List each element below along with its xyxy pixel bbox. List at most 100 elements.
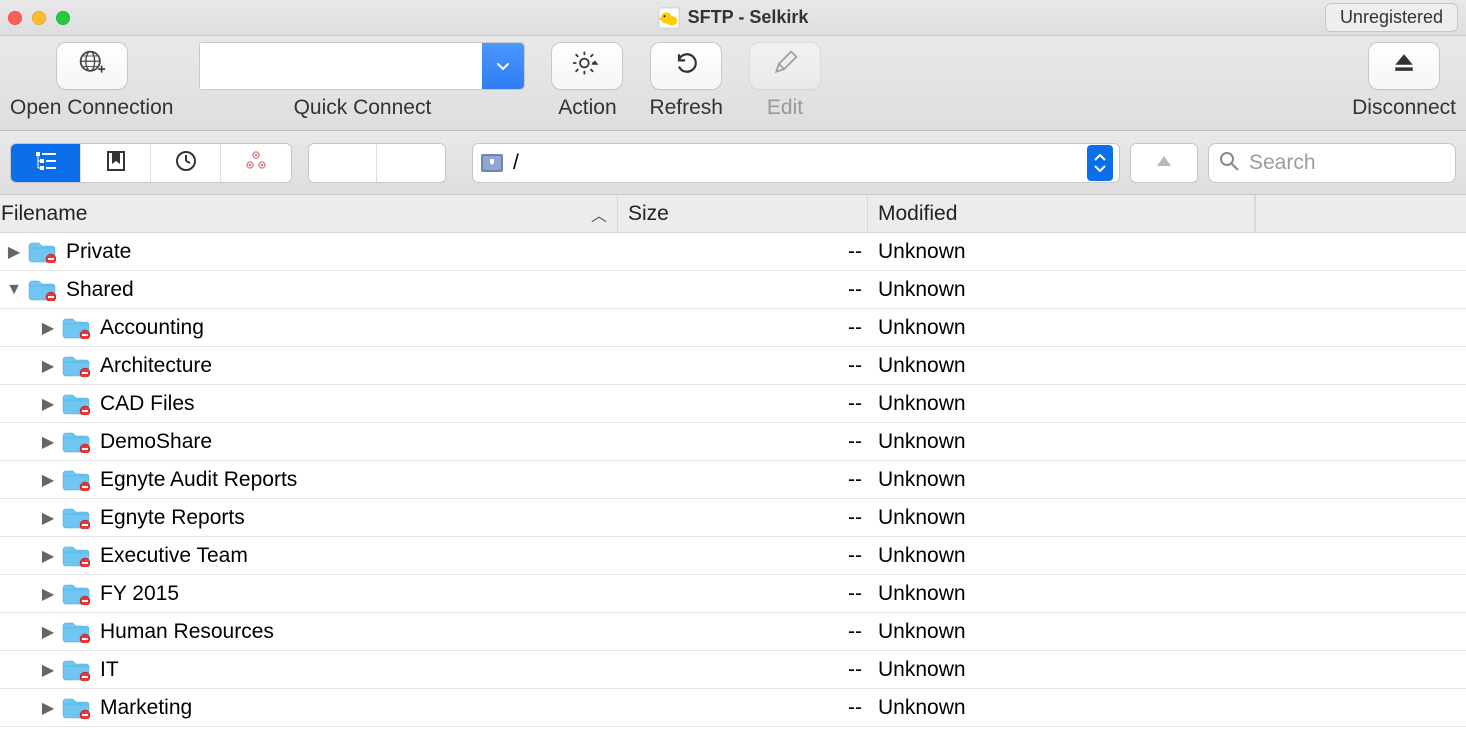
close-window-button[interactable] (8, 11, 22, 25)
view-outline-button[interactable] (11, 144, 81, 182)
file-name: Human Resources (100, 620, 274, 644)
file-size: -- (618, 468, 868, 492)
file-modified: Unknown (868, 240, 1255, 264)
table-row[interactable]: ▶Private--Unknown (0, 233, 1466, 271)
action-label: Action (558, 96, 616, 120)
disclosure-triangle[interactable]: ▶ (38, 622, 58, 642)
bookmarks-view-button[interactable] (81, 144, 151, 182)
disclosure-triangle[interactable]: ▼ (4, 281, 24, 299)
history-view-button[interactable] (151, 144, 221, 182)
column-header-size[interactable]: Size (618, 195, 868, 232)
disclosure-triangle[interactable]: ▶ (38, 394, 58, 414)
main-toolbar: Open Connection Quick Connect Action (0, 36, 1466, 131)
file-modified: Unknown (868, 430, 1255, 454)
path-combo[interactable]: / (472, 143, 1120, 183)
search-icon (1219, 151, 1239, 175)
search-input[interactable] (1247, 150, 1445, 176)
search-box[interactable] (1208, 143, 1456, 183)
file-name: Egnyte Audit Reports (100, 468, 297, 492)
table-row[interactable]: ▶ Executive Team --Unknown (0, 537, 1466, 575)
table-row[interactable]: ▶Egnyte Reports--Unknown (0, 499, 1466, 537)
window-controls (8, 11, 70, 25)
disclosure-triangle[interactable]: ▶ (4, 242, 24, 262)
folder-icon (62, 431, 90, 453)
file-name: Marketing (100, 696, 192, 720)
quick-connect-dropdown[interactable] (482, 43, 524, 89)
folder-icon (62, 469, 90, 491)
unregistered-button[interactable]: Unregistered (1325, 3, 1458, 32)
folder-icon (62, 621, 90, 643)
file-modified: Unknown (868, 506, 1255, 530)
file-modified: Unknown (868, 278, 1255, 302)
folder-icon (62, 507, 90, 529)
folder-icon (62, 697, 90, 719)
zoom-window-button[interactable] (56, 11, 70, 25)
table-row[interactable]: ▶FY 2015--Unknown (0, 575, 1466, 613)
sort-ascending-icon: ︿ (591, 202, 607, 226)
path-stepper[interactable] (1087, 145, 1113, 181)
bonjour-icon (244, 149, 268, 177)
action-button[interactable] (551, 42, 623, 90)
chevron-down-icon (1094, 164, 1106, 172)
file-modified: Unknown (868, 392, 1255, 416)
table-row[interactable]: ▶CAD Files--Unknown (0, 385, 1466, 423)
file-modified: Unknown (868, 316, 1255, 340)
minimize-window-button[interactable] (32, 11, 46, 25)
file-modified: Unknown (868, 354, 1255, 378)
file-modified: Unknown (868, 582, 1255, 606)
nav-forward-button[interactable] (377, 144, 445, 182)
disconnect-button[interactable] (1368, 42, 1440, 90)
table-row[interactable]: ▶DemoShare--Unknown (0, 423, 1466, 461)
table-row[interactable]: ▶Architecture--Unknown (0, 347, 1466, 385)
open-connection-button[interactable] (56, 42, 128, 90)
file-size: -- (618, 544, 868, 568)
gear-icon (573, 49, 601, 84)
file-name: Executive Team (100, 544, 248, 568)
file-size: -- (618, 620, 868, 644)
file-modified: Unknown (868, 620, 1255, 644)
triangle-up-icon (1155, 154, 1173, 172)
view-mode-segmented (10, 143, 292, 183)
disclosure-triangle[interactable]: ▶ (38, 356, 58, 376)
disclosure-triangle[interactable]: ▶ (38, 584, 58, 604)
file-size: -- (618, 278, 868, 302)
table-row[interactable]: ▶Accounting--Unknown (0, 309, 1466, 347)
file-name: DemoShare (100, 430, 212, 454)
bonjour-view-button[interactable] (221, 144, 291, 182)
go-up-button[interactable] (1130, 143, 1198, 183)
table-row[interactable]: ▶IT--Unknown (0, 651, 1466, 689)
file-name: Architecture (100, 354, 212, 378)
folder-icon (28, 241, 56, 263)
disclosure-triangle[interactable]: ▶ (38, 660, 58, 680)
disclosure-triangle[interactable]: ▶ (38, 470, 58, 490)
table-row[interactable]: ▼ Shared --Unknown (0, 271, 1466, 309)
refresh-icon (672, 49, 700, 84)
disconnect-label: Disconnect (1352, 96, 1456, 120)
folder-icon (62, 317, 90, 339)
file-list[interactable]: ▶Private--Unknown▼Shared--Unknown▶Accoun… (0, 233, 1466, 727)
column-header-modified[interactable]: Modified (868, 195, 1255, 232)
file-name: FY 2015 (100, 582, 179, 606)
disclosure-triangle[interactable]: ▶ (38, 698, 58, 718)
disclosure-triangle[interactable]: ▶ (38, 432, 58, 452)
table-row[interactable]: ▶Marketing--Unknown (0, 689, 1466, 727)
disclosure-triangle[interactable]: ▶ (38, 546, 58, 566)
disclosure-triangle[interactable]: ▶ (38, 318, 58, 338)
nav-back-forward (308, 143, 446, 183)
table-header: Filename ︿ Size Modified (0, 195, 1466, 233)
folder-icon (62, 583, 90, 605)
table-row[interactable]: ▶Egnyte Audit Reports--Unknown (0, 461, 1466, 499)
table-row[interactable]: ▶ Human Resources --Unknown (0, 613, 1466, 651)
refresh-button[interactable] (650, 42, 722, 90)
quick-connect-combo[interactable] (199, 42, 525, 90)
disclosure-triangle[interactable]: ▶ (38, 508, 58, 528)
folder-icon (62, 355, 90, 377)
column-size-label: Size (628, 202, 669, 226)
file-modified: Unknown (868, 544, 1255, 568)
column-header-filename[interactable]: Filename ︿ (0, 195, 618, 232)
nav-back-button[interactable] (309, 144, 377, 182)
quick-connect-input[interactable] (200, 43, 482, 89)
file-size: -- (618, 240, 868, 264)
file-name: Accounting (100, 316, 204, 340)
file-name: Shared (66, 278, 134, 302)
